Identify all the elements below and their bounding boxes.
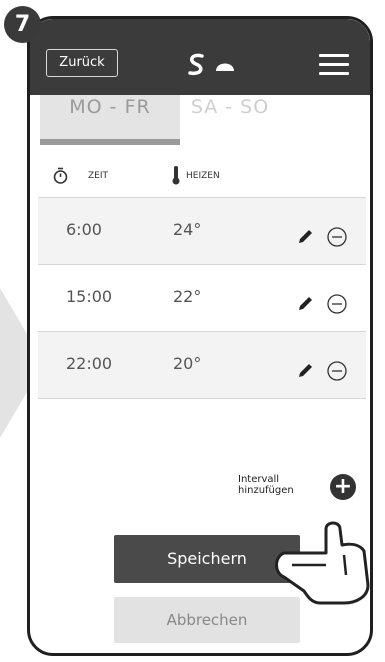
remove-circle-icon[interactable]	[326, 293, 348, 315]
interval-row: 22:00 20°	[38, 331, 366, 398]
timer-icon	[53, 167, 68, 184]
tab-sa-so[interactable]: SA - SO	[180, 95, 280, 145]
app-header: Zurück	[30, 19, 370, 95]
interval-row: 6:00 24°	[38, 197, 366, 264]
interval-temperature: 22°	[173, 287, 202, 306]
active-tab-indicator	[40, 139, 180, 145]
remove-circle-icon[interactable]	[326, 226, 348, 248]
app-logo-icon	[188, 53, 234, 76]
phone-frame: Zurück MO - FR SA - SO ZEIT HEIZEN 6:00 …	[27, 16, 373, 656]
heat-column-label: HEIZEN	[186, 171, 220, 181]
column-header: ZEIT HEIZEN	[30, 155, 370, 195]
day-tabs: MO - FR SA - SO	[30, 95, 370, 145]
list-divider	[38, 398, 366, 399]
pencil-icon[interactable]	[296, 360, 316, 380]
add-interval-label-line2: hinzufügen	[238, 485, 294, 496]
add-interval-label: Intervall hinzufügen	[238, 474, 294, 496]
hamburger-menu-icon[interactable]	[319, 54, 349, 76]
pencil-icon[interactable]	[296, 293, 316, 313]
interval-list: 6:00 24° 15:00 22° 22:00 20°	[38, 197, 366, 399]
pointing-hand-icon	[275, 521, 370, 605]
interval-temperature: 20°	[173, 354, 202, 373]
remove-circle-icon[interactable]	[326, 360, 348, 382]
interval-time: 15:00	[66, 287, 113, 306]
thermometer-icon	[172, 166, 180, 185]
interval-row: 15:00 22°	[38, 264, 366, 331]
pencil-icon[interactable]	[296, 226, 316, 246]
time-column-label: ZEIT	[88, 171, 109, 181]
add-interval-button[interactable]: +	[330, 474, 356, 500]
step-badge: 7	[4, 6, 41, 43]
back-button[interactable]: Zurück	[46, 49, 118, 77]
tab-mo-fr[interactable]: MO - FR	[40, 95, 180, 145]
interval-temperature: 24°	[173, 220, 202, 239]
interval-time: 22:00	[66, 354, 113, 373]
interval-time: 6:00	[66, 220, 102, 239]
add-interval-label-line1: Intervall	[238, 474, 280, 485]
